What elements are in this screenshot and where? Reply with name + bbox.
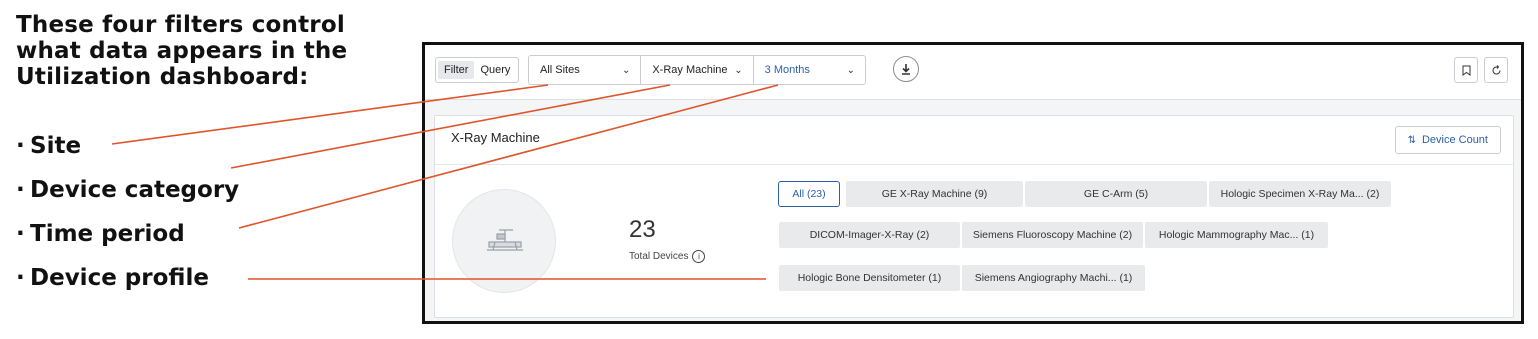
total-devices-text: Total Devices <box>629 251 689 262</box>
chevron-down-icon: ⌄ <box>621 64 631 76</box>
total-devices-label: Total Devices i <box>629 250 706 263</box>
panel-title: X-Ray Machine <box>451 130 540 145</box>
chip-ge-carm[interactable]: GE C-Arm (5) <box>1025 181 1207 207</box>
panel-header: X-Ray Machine ⇅ Device Count <box>435 116 1513 165</box>
device-image <box>452 189 556 293</box>
dashboard-screenshot: Filter Query All Sites ⌄ X-Ray Machine ⌄… <box>422 42 1524 324</box>
chip-hologic-specimen[interactable]: Hologic Specimen X-Ray Ma... (2) <box>1209 181 1391 207</box>
bullet-device-profile: · Device profile <box>16 265 209 291</box>
bullet-dot: · <box>16 133 25 159</box>
chip-hologic-mammography[interactable]: Hologic Mammography Mac... (1) <box>1145 222 1328 248</box>
device-panel: X-Ray Machine ⇅ Device Count 23 Total De… <box>434 115 1514 318</box>
info-icon[interactable]: i <box>692 250 706 263</box>
device-count-button[interactable]: ⇅ Device Count <box>1394 126 1501 154</box>
sort-icon: ⇅ <box>1407 134 1416 146</box>
refresh-icon[interactable] <box>1484 57 1508 83</box>
bullet-dot: · <box>16 177 25 203</box>
chip-all[interactable]: All (23) <box>778 181 840 207</box>
chip-siemens-angiography[interactable]: Siemens Angiography Machi... (1) <box>962 265 1145 291</box>
toolbar: Filter Query All Sites ⌄ X-Ray Machine ⌄… <box>425 45 1521 100</box>
bullet-device-category: · Device category <box>16 177 239 203</box>
bullet-time-period: · Time period <box>16 221 185 247</box>
bullet-site: · Site <box>16 133 81 159</box>
time-period-filter-value: 3 Months <box>764 64 810 76</box>
time-period-filter[interactable]: 3 Months ⌄ <box>754 56 865 84</box>
chevron-down-icon: ⌄ <box>734 64 743 76</box>
site-filter[interactable]: All Sites ⌄ <box>529 56 642 84</box>
mode-toggle: Filter Query <box>435 57 520 83</box>
bullet-dot: · <box>16 221 25 247</box>
chevron-down-icon: ⌄ <box>846 64 855 76</box>
category-filter[interactable]: X-Ray Machine ⌄ <box>641 56 754 84</box>
bookmark-icon[interactable] <box>1454 57 1478 83</box>
device-count-label: Device Count <box>1421 134 1488 146</box>
bullet-label: Device profile <box>30 265 209 291</box>
bullet-label: Device category <box>30 177 240 203</box>
intro-text: These four filters control what data app… <box>16 12 348 90</box>
bullet-label: Site <box>30 133 82 159</box>
chip-dicom-imager[interactable]: DICOM-Imager-X-Ray (2) <box>779 222 960 248</box>
chip-siemens-fluoroscopy[interactable]: Siemens Fluoroscopy Machine (2) <box>962 222 1143 248</box>
chip-hologic-bone[interactable]: Hologic Bone Densitometer (1) <box>779 265 960 291</box>
filter-group: All Sites ⌄ X-Ray Machine ⌄ 3 Months ⌄ <box>528 55 866 85</box>
bullet-dot: · <box>16 265 25 291</box>
chip-ge-xray[interactable]: GE X-Ray Machine (9) <box>846 181 1023 207</box>
category-filter-value: X-Ray Machine <box>652 64 728 76</box>
download-icon[interactable] <box>893 56 919 82</box>
site-filter-value: All Sites <box>540 64 580 76</box>
filter-mode-button[interactable]: Filter <box>438 61 475 79</box>
bullet-label: Time period <box>30 221 185 247</box>
query-mode-button[interactable]: Query <box>474 61 516 79</box>
total-devices-number: 23 <box>629 216 656 243</box>
